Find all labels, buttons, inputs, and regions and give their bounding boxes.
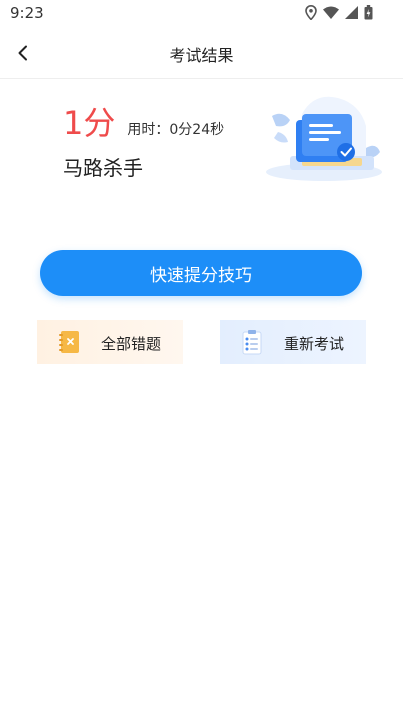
status-bar: 9:23 <box>0 0 403 26</box>
battery-icon <box>364 5 373 20</box>
retake-exam-button[interactable]: 重新考试 <box>220 320 366 364</box>
quick-score-tips-button[interactable]: 快速提分技巧 <box>40 250 362 296</box>
retake-exam-label: 重新考试 <box>284 335 345 353</box>
rank-title: 马路杀手 <box>63 156 143 180</box>
page-title: 考试结果 <box>169 46 234 65</box>
score-row: 1分 用时：0分24秒 <box>63 98 224 144</box>
location-icon <box>305 5 317 20</box>
status-icons <box>305 5 373 20</box>
navigation-bar: 考试结果 <box>0 28 403 79</box>
all-wrong-questions-button[interactable]: 全部错题 <box>37 320 183 364</box>
score-value: 1分 <box>63 104 116 142</box>
all-wrong-questions-label: 全部错题 <box>101 335 162 353</box>
status-time: 9:23 <box>10 4 44 22</box>
exam-document-illustration <box>262 90 384 186</box>
signal-icon <box>345 6 358 19</box>
clipboard-list-icon <box>242 330 262 355</box>
wifi-icon <box>323 6 339 19</box>
time-used-text: 用时：0分24秒 <box>127 122 225 138</box>
error-notebook-icon <box>59 331 79 353</box>
